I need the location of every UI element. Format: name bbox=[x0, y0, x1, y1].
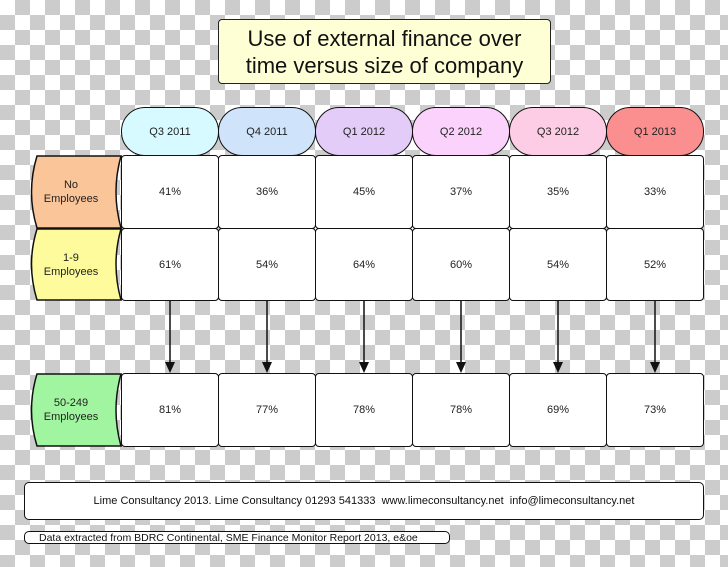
value-text: 60% bbox=[449, 258, 473, 271]
source-footer: Data extracted from BDRC Continental, SM… bbox=[24, 531, 450, 544]
period-header-q1-2013: Q1 2013 bbox=[606, 107, 704, 156]
value-text: 33% bbox=[643, 186, 667, 198]
value-cell: 33% bbox=[606, 155, 704, 229]
value-cell: 73% bbox=[606, 373, 704, 447]
arrow-q1-2012 bbox=[359, 301, 369, 373]
row-label-50-249-employees: 50-249 Employees bbox=[25, 373, 129, 447]
row-label-line-1: No bbox=[63, 179, 79, 191]
source-text: Data extracted from BDRC Continental, SM… bbox=[39, 531, 418, 544]
value-cell: 64% bbox=[315, 228, 413, 301]
diagram-title: Use of external finance over time versus… bbox=[218, 19, 551, 84]
period-label: Q3 2012 bbox=[536, 125, 580, 138]
contact-text: Lime Consultancy 2013. Lime Consultancy … bbox=[93, 495, 635, 507]
arrow-q1-2013 bbox=[650, 301, 660, 373]
value-text: 81% bbox=[158, 404, 182, 416]
value-cell: 52% bbox=[606, 228, 704, 301]
value-cell: 78% bbox=[315, 373, 413, 447]
value-text: 54% bbox=[546, 258, 570, 271]
period-label: Q3 2011 bbox=[149, 125, 191, 138]
value-cell: 36% bbox=[218, 155, 316, 229]
value-cell: 60% bbox=[412, 228, 510, 301]
period-label: Q2 2012 bbox=[439, 125, 483, 138]
period-header-q4-2011: Q4 2011 bbox=[218, 107, 316, 156]
row-label-line-2: Employees bbox=[43, 265, 99, 278]
row-label-line-2: Employees bbox=[43, 193, 99, 205]
period-label: Q1 2012 bbox=[342, 125, 386, 138]
value-cell: 69% bbox=[509, 373, 607, 447]
value-text: 37% bbox=[449, 186, 473, 198]
row-label-1-9-employees: 1-9 Employees bbox=[25, 228, 129, 301]
value-cell: 81% bbox=[121, 373, 219, 447]
value-cell: 78% bbox=[412, 373, 510, 447]
value-text: 77% bbox=[255, 404, 279, 416]
value-text: 54% bbox=[255, 258, 279, 271]
value-text: 64% bbox=[352, 258, 376, 271]
row-label-no-employees: No Employees bbox=[25, 155, 129, 229]
value-text: 61% bbox=[158, 258, 182, 271]
value-text: 78% bbox=[352, 404, 376, 416]
value-cell: 45% bbox=[315, 155, 413, 229]
value-cell: 41% bbox=[121, 155, 219, 229]
arrow-q2-2012 bbox=[456, 301, 466, 373]
value-text: 45% bbox=[352, 186, 376, 198]
row-label-line-1: 50-249 bbox=[53, 397, 89, 409]
value-text: 52% bbox=[643, 258, 667, 271]
value-text: 73% bbox=[643, 404, 667, 416]
value-text: 35% bbox=[546, 186, 570, 198]
period-header-q2-2012: Q2 2012 bbox=[412, 107, 510, 156]
value-cell: 37% bbox=[412, 155, 510, 229]
period-header-q3-2011: Q3 2011 bbox=[121, 107, 219, 156]
title-line-1: Use of external finance over bbox=[247, 25, 522, 51]
period-label: Q4 2011 bbox=[246, 125, 288, 138]
value-cell: 54% bbox=[509, 228, 607, 301]
value-text: 36% bbox=[255, 186, 279, 198]
row-label-line-1: 1-9 bbox=[63, 251, 79, 264]
value-text: 78% bbox=[449, 404, 473, 416]
value-cell: 77% bbox=[218, 373, 316, 447]
value-cell: 54% bbox=[218, 228, 316, 301]
period-label: Q1 2013 bbox=[633, 125, 677, 138]
arrow-q3-2011 bbox=[165, 301, 175, 373]
period-header-q1-2012: Q1 2012 bbox=[315, 107, 413, 156]
title-line-2: time versus size of company bbox=[245, 52, 524, 78]
arrow-q4-2011 bbox=[262, 301, 272, 373]
value-cell: 35% bbox=[509, 155, 607, 229]
value-text: 41% bbox=[158, 186, 182, 198]
value-text: 69% bbox=[546, 404, 570, 416]
arrow-q3-2012 bbox=[553, 301, 563, 373]
value-cell: 61% bbox=[121, 228, 219, 301]
row-label-line-2: Employees bbox=[43, 411, 99, 423]
contact-footer: Lime Consultancy 2013. Lime Consultancy … bbox=[24, 482, 704, 520]
period-header-q3-2012: Q3 2012 bbox=[509, 107, 607, 156]
